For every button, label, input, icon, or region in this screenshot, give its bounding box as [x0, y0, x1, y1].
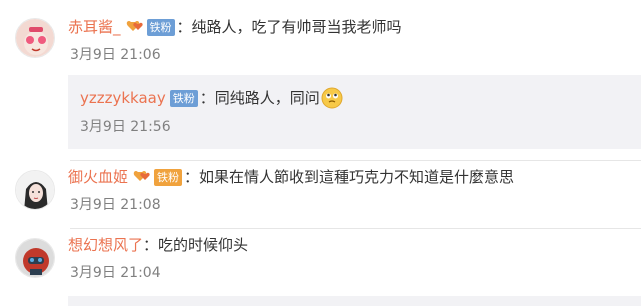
- comment-item: 想幻想风了 ： 吃的时候仰头 3月9日 21:04: [0, 228, 641, 296]
- username-link[interactable]: 御火血姬: [68, 167, 128, 187]
- comment-line: 想幻想风了 ： 吃的时候仰头: [68, 235, 248, 255]
- next-reply-box: [68, 296, 641, 306]
- doge-emoji-icon: [321, 87, 343, 109]
- comment-item: 御火血姬 铁粉 ： 如果在情人節收到這種巧克力不知道是什麼意思 3月9日 21:…: [0, 160, 641, 230]
- fan-heart-icon: [125, 18, 147, 36]
- reply-box: yzzzykkaay 铁粉 ： 同纯路人，同问 3月9日 21:56: [68, 75, 641, 149]
- comment-time: 3月9日 21:06: [70, 47, 161, 63]
- comment-text: 吃的时候仰头: [158, 236, 249, 254]
- reply-time: 3月9日 21:56: [80, 119, 171, 135]
- comment-time: 3月9日 21:08: [70, 197, 161, 213]
- reply-text: 同纯路人，同问: [214, 89, 320, 107]
- comment-text: 纯路人，吃了有帅哥当我老师吗: [191, 18, 402, 36]
- fan-badge-label: 铁粉: [154, 168, 183, 186]
- fan-badge[interactable]: 铁粉: [132, 168, 183, 186]
- comment-separator: ：: [176, 18, 192, 36]
- reply-fan-badge-label: 铁粉: [169, 89, 198, 107]
- comment-item: 赤耳酱_ 铁粉 ： 纯路人，吃了有帅哥当我老师吗 3月9日 21:06: [0, 0, 641, 75]
- comment-separator: ：: [143, 236, 159, 254]
- reply-username-link[interactable]: yzzzykkaay: [80, 88, 166, 108]
- reply-separator: ：: [199, 89, 215, 107]
- comment-text: 如果在情人節收到這種巧克力不知道是什麼意思: [199, 168, 515, 186]
- comment-separator: ：: [184, 168, 200, 186]
- fan-badge-label: 铁粉: [146, 18, 175, 36]
- comment-line: 赤耳酱_ 铁粉 ： 纯路人，吃了有帅哥当我老师吗: [68, 17, 402, 37]
- user-avatar[interactable]: [15, 170, 55, 210]
- comment-line: 御火血姬 铁粉 ： 如果在情人節收到這種巧克力不知道是什麼意思: [68, 167, 514, 187]
- fan-heart-icon: [132, 168, 154, 186]
- fan-badge[interactable]: 铁粉: [125, 18, 175, 36]
- reply-line: yzzzykkaay 铁粉 ： 同纯路人，同问: [80, 87, 343, 109]
- username-link[interactable]: 想幻想风了: [68, 235, 143, 255]
- comment-time: 3月9日 21:04: [70, 265, 161, 281]
- reply-fan-badge[interactable]: 铁粉: [169, 89, 198, 107]
- username-link[interactable]: 赤耳酱_: [68, 17, 121, 37]
- user-avatar[interactable]: [15, 238, 55, 278]
- user-avatar[interactable]: [15, 18, 55, 58]
